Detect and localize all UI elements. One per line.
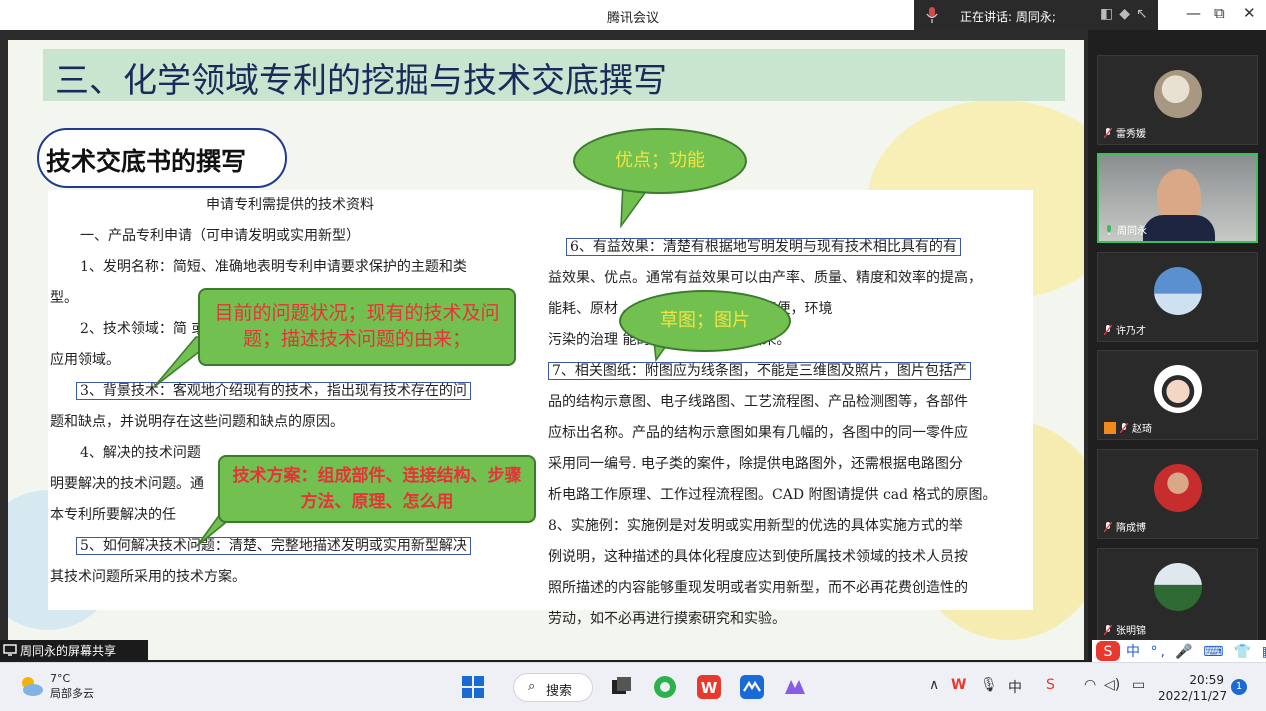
ime-tray-icon[interactable]: 中 xyxy=(1008,677,1022,697)
sogou-tray-icon[interactable]: S xyxy=(1046,677,1055,693)
doc-line: 题和缺点，并说明存在这些问题和缺点的原因。 xyxy=(50,414,344,430)
mic-muted-icon xyxy=(1104,625,1112,635)
volume-icon[interactable]: ◁) xyxy=(1104,677,1120,693)
doc-line: 析电路工作原理、工作过程流程图。CAD 附图请提供 cad 格式的原图。 xyxy=(548,487,997,503)
doc-line: 3、背景技术：客观地介绍现有的技术，指出现有技术存在的问 xyxy=(50,376,530,407)
avatar xyxy=(1154,365,1202,413)
participant-name: 雷秀媛 xyxy=(1104,125,1146,140)
close-icon[interactable]: ✕ xyxy=(1243,4,1256,22)
callout-advantage-text: 优点；功能 xyxy=(615,150,705,171)
mic-muted-icon xyxy=(1104,128,1112,138)
doc-line: 品的结构示意图、电子线路图、工艺流程图、产品检测图等，各部件 xyxy=(548,394,968,410)
presentation-slide: 三、化学领域专利的挖掘与技术交底撰写 技术交底书的撰写 申请专利需提供的技术资料… xyxy=(8,40,1084,660)
wps-icon[interactable]: W xyxy=(696,674,722,700)
wps-tray-icon[interactable]: W xyxy=(951,677,966,693)
callout-problem: 目前的问题状况；现有的技术及问题；描述技术问题的由来； xyxy=(198,288,516,366)
doc-line: 采用同一编号. 电子类的案件，除提供电路图外，还需根据电路图分 xyxy=(548,456,963,472)
avatar xyxy=(1154,563,1202,611)
screen-share-icon xyxy=(3,644,17,656)
callout-scheme-text: 技术方案：组成部件、连接结构、步骤方法、原理、怎么用 xyxy=(232,466,522,512)
start-icon[interactable] xyxy=(460,674,486,700)
screen-share-label[interactable]: 周同永的屏幕共享 xyxy=(0,640,148,660)
doc-line: 应标出名称。产品的结构示意图如果有几幅的，各图中的同一零件应 xyxy=(548,425,968,441)
doc-line: 劳动，如不必再进行摸索研究和实验。 xyxy=(548,611,786,627)
doc-line: 一、产品专利申请（可申请发明或实用新型） xyxy=(80,228,360,244)
battery-icon[interactable]: ▭ xyxy=(1132,677,1145,693)
participant-name: 许乃才 xyxy=(1104,322,1146,337)
doc-line: 8、实施例：实施例是对发明或实用新型的优选的具体实施方式的举 xyxy=(548,518,963,534)
doc-line: 5、如何解决技术问题：清楚、完整地描述发明或实用新型解决 xyxy=(50,531,530,562)
avatar xyxy=(1154,464,1202,512)
mic-muted-icon xyxy=(1104,522,1112,532)
speaking-label: 正在讲话: 周同永; xyxy=(960,10,1056,24)
doc-line: 6、有益效果：清楚有根据地写明发明与现有技术相比具有的有 xyxy=(548,232,1032,263)
participant-name: 赵琦 xyxy=(1104,420,1152,435)
participants-panel: 雷秀媛 周同永 许乃才 赵琦 隋成博 张明锦 xyxy=(1088,30,1266,660)
callout-drawing-text: 草图；图片 xyxy=(660,310,750,331)
doc-line: 7、相关图纸：附图应为线条图，不能是三维图及照片，图片包括产 xyxy=(548,356,1032,387)
callout-problem-text: 目前的问题状况；现有的技术及问题；描述技术问题的由来； xyxy=(214,302,500,350)
mic-icon xyxy=(926,7,938,23)
participant-tile[interactable]: 赵琦 xyxy=(1097,350,1258,440)
background-tech-line: 3、背景技术：客观地介绍现有的技术，指出现有技术存在的问 xyxy=(76,382,471,400)
drawing-line: 7、相关图纸：附图应为线条图，不能是三维图及照片，图片包括产 xyxy=(548,362,971,380)
partly-cloudy-icon xyxy=(22,677,43,696)
slide-subtitle-pill: 技术交底书的撰写 xyxy=(37,128,287,188)
doc-line: 照所描述的内容能够重现发明或者实用新型，而不必再花费创造性的 xyxy=(548,580,968,596)
benefit-line: 6、有益效果：清楚有根据地写明发明与现有技术相比具有的有 xyxy=(566,238,961,256)
shared-screen: 三、化学领域专利的挖掘与技术交底撰写 技术交底书的撰写 申请专利需提供的技术资料… xyxy=(0,30,1088,660)
participant-name: 周同永 xyxy=(1105,222,1147,237)
tencent-meeting-icon[interactable] xyxy=(739,674,765,700)
task-view-icon[interactable] xyxy=(608,674,634,700)
solution-line: 5、如何解决技术问题：清楚、完整地描述发明或实用新型解决 xyxy=(76,537,471,555)
restore-icon[interactable]: ⧉ xyxy=(1214,4,1225,22)
user-icon xyxy=(1104,422,1116,434)
taskbar-search[interactable]: ⌕ 搜索 xyxy=(513,673,593,702)
search-icon: ⌕ xyxy=(528,679,536,694)
toolbar-icons[interactable]: ◧◆↖ xyxy=(1100,6,1154,22)
minimize-icon[interactable]: — xyxy=(1186,4,1201,22)
doc-line: 1、发明名称：简短、准确地表明专利申请要求保护的主题和类 xyxy=(80,259,467,275)
callout-scheme: 技术方案：组成部件、连接结构、步骤方法、原理、怎么用 xyxy=(218,455,536,523)
video-shirt xyxy=(1143,215,1215,241)
slide-title: 三、化学领域专利的挖掘与技术交底撰写 xyxy=(55,61,667,101)
sogou-icon: S xyxy=(1096,641,1120,661)
callout-drawing: 草图；图片 xyxy=(619,290,791,352)
doc-heading: 申请专利需提供的技术资料 xyxy=(206,197,374,213)
mic-muted-icon xyxy=(1104,325,1112,335)
participant-name: 张明锦 xyxy=(1104,622,1146,637)
clock[interactable]: 20:59 2022/11/27 xyxy=(1158,672,1228,704)
notification-badge[interactable]: 1 xyxy=(1231,679,1247,695)
participant-tile[interactable]: 雷秀媛 xyxy=(1097,55,1258,145)
participant-tile-active[interactable]: 周同永 xyxy=(1097,153,1258,243)
mic-active-icon xyxy=(1107,225,1111,235)
slide-subtitle: 技术交底书的撰写 xyxy=(46,147,247,176)
clock-time: 20:59 xyxy=(1189,673,1224,687)
svg-text:S: S xyxy=(1104,644,1113,660)
doc-line: 益效果、优点。通常有益效果可以由产率、质量、精度和效率的提高， xyxy=(548,270,982,286)
mic-tray-icon[interactable]: 🎙 xyxy=(980,677,998,693)
participant-tile[interactable]: 隋成博 xyxy=(1097,449,1258,539)
wifi-icon[interactable]: ◠ xyxy=(1084,677,1096,693)
ime-toolbar[interactable]: S 中 °, 🎤 ⌨ 👕 ▦ xyxy=(1092,640,1266,662)
title-bar: 腾讯会议 正在讲话: 周同永; ◧◆↖ — ⧉ ✕ xyxy=(0,0,1266,30)
avatar xyxy=(1154,267,1202,315)
svg-text:W: W xyxy=(701,679,718,697)
left-column: 申请专利需提供的技术资料 一、产品专利申请（可申请发明或实用新型） 1、发明名称… xyxy=(50,190,530,593)
clock-date: 2022/11/27 xyxy=(1158,689,1228,703)
taskbar: 7°C 局部多云 ⌕ 搜索 W ∧ W 🎙 中 S ◠ ◁) ▭ 20:59 2… xyxy=(0,662,1266,711)
participant-name: 隋成博 xyxy=(1104,519,1146,534)
participant-tile[interactable]: 许乃才 xyxy=(1097,252,1258,342)
speaking-indicator: 正在讲话: 周同永; ◧◆↖ xyxy=(914,0,1158,30)
app-icon[interactable] xyxy=(782,674,808,700)
avatar xyxy=(1154,70,1202,118)
callout-advantage: 优点；功能 xyxy=(573,128,747,194)
doc-line: 例说明，这种描述的具体化程度应达到使所属技术领域的技术人员按 xyxy=(548,549,968,565)
browser-icon[interactable] xyxy=(652,674,678,700)
tray-overflow-icon[interactable]: ∧ xyxy=(929,677,939,693)
participant-tile[interactable]: 张明锦 xyxy=(1097,548,1258,642)
slide-title-band: 三、化学领域专利的挖掘与技术交底撰写 xyxy=(43,49,1065,101)
mic-muted-icon xyxy=(1120,423,1128,433)
doc-line: 其技术问题所采用的技术方案。 xyxy=(50,569,246,585)
